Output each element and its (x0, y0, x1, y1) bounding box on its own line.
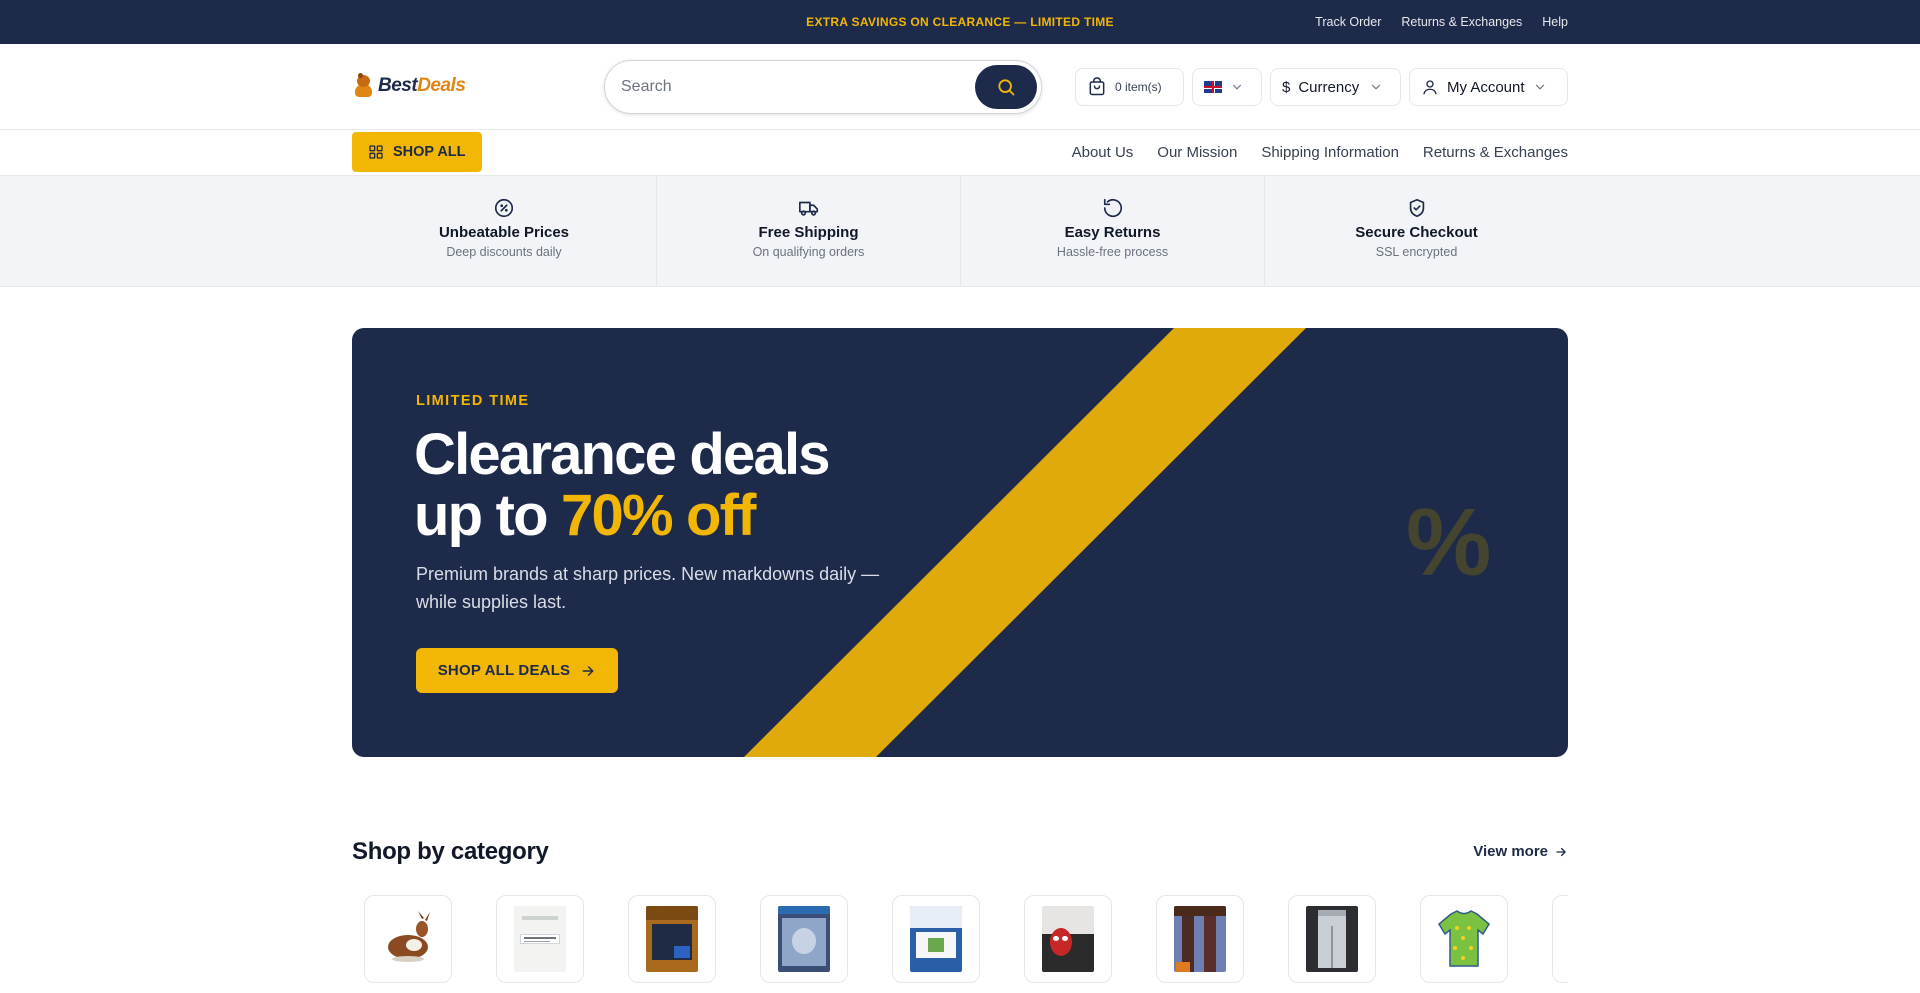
hero-subtitle: Premium brands at sharp prices. New mark… (416, 564, 880, 612)
nav-links: About Us Our Mission Shipping Informatio… (1072, 130, 1568, 174)
logo-text: BestDeals (378, 75, 466, 96)
user-icon (1423, 80, 1437, 95)
feature-title: Secure Checkout (1355, 224, 1478, 241)
chevron-down-icon (1535, 84, 1544, 90)
category-tile-denim-jeans[interactable] (1288, 895, 1376, 983)
white-packet-image (514, 906, 566, 972)
view-more-link[interactable]: View more (1473, 843, 1568, 860)
search-icon (998, 79, 1015, 96)
blu-ray-case-image (778, 906, 830, 972)
site-header: BestDeals 0 item(s) $ Currency My Accoun… (0, 44, 1920, 130)
return-icon (1103, 198, 1122, 218)
spider-mask-image (1042, 906, 1094, 972)
cart-count: 0 item(s) (1115, 80, 1162, 94)
category-tile-blu-ray-case[interactable] (760, 895, 848, 983)
account-label: My Account (1447, 78, 1525, 96)
shield-check-icon (1409, 198, 1424, 218)
green-shirt-image (1438, 910, 1490, 967)
announcement-bar: EXTRA SAVINGS ON CLEARANCE — LIMITED TIM… (0, 0, 1920, 44)
nav-shipping-information[interactable]: Shipping Information (1261, 144, 1399, 161)
currency-label: Currency (1298, 78, 1360, 96)
feature-title: Easy Returns (1064, 224, 1161, 241)
feature-subtitle: Hassle-free process (1056, 245, 1169, 259)
nav-our-mission[interactable]: Our Mission (1157, 144, 1237, 161)
feature-free-shipping: Free Shipping On qualifying orders (656, 176, 960, 286)
arrow-right-icon (1556, 847, 1566, 856)
category-tile-boxed-media[interactable] (628, 895, 716, 983)
category-tile-green-shirt[interactable] (1420, 895, 1508, 983)
curtain-fabric-image (1174, 906, 1226, 972)
percent-decoration: % (1406, 489, 1492, 596)
feature-easy-returns: Easy Returns Hassle-free process (960, 176, 1264, 286)
hero-eyebrow: LIMITED TIME (416, 393, 530, 409)
category-tile-curtain-fabric[interactable] (1156, 895, 1244, 983)
category-tile-white-packet[interactable] (496, 895, 584, 983)
top-links: Track Order Returns & Exchanges Help (1315, 0, 1568, 44)
category-tile-appliance-box[interactable] (892, 895, 980, 983)
shop-all-deals-button[interactable]: SHOP ALL DEALS (416, 648, 618, 693)
feature-title: Free Shipping (758, 224, 859, 241)
chevron-down-icon (1232, 84, 1242, 90)
grid-icon (369, 145, 383, 159)
chevron-down-icon (1372, 84, 1381, 90)
arrow-right-icon (582, 665, 594, 676)
cart-button[interactable]: 0 item(s) (1075, 68, 1184, 106)
currency-symbol: $ (1282, 78, 1291, 96)
deer-figurine-image (388, 911, 430, 962)
hero-headline: Clearance deals up to 70% off (414, 422, 831, 548)
feature-subtitle: On qualifying orders (752, 245, 865, 259)
main-nav: SHOP ALL About Us Our Mission Shipping I… (0, 130, 1920, 176)
help-link[interactable]: Help (1542, 15, 1568, 29)
bear-mascot-icon (354, 73, 376, 99)
shop-all-button[interactable]: SHOP ALL (352, 132, 482, 172)
hero-banner: % LIMITED TIME Clearance deals up to 70% … (352, 328, 1568, 757)
nav-returns-exchanges[interactable]: Returns & Exchanges (1423, 144, 1568, 161)
uk-flag-icon (1204, 81, 1222, 93)
feature-subtitle: SSL encrypted (1375, 245, 1458, 259)
category-tile-spider-mask[interactable] (1024, 895, 1112, 983)
category-tile-partial-item[interactable] (1552, 895, 1568, 983)
account-menu[interactable]: My Account (1409, 68, 1568, 106)
promo-text: EXTRA SAVINGS ON CLEARANCE — LIMITED TIM… (806, 15, 1114, 29)
cart-icon (1089, 77, 1105, 96)
boxed-media-image (646, 906, 698, 972)
logo[interactable]: BestDeals (354, 73, 466, 99)
cta-label: SHOP ALL DEALS (437, 662, 571, 679)
feature-secure-checkout: Secure Checkout SSL encrypted (1264, 176, 1568, 286)
search-bar (604, 60, 1042, 114)
returns-exchanges-link[interactable]: Returns & Exchanges (1401, 15, 1522, 29)
currency-selector[interactable]: $ Currency (1270, 68, 1401, 106)
category-section-title: Shop by category (352, 838, 549, 865)
feature-strip: Unbeatable Prices Deep discounts daily F… (0, 176, 1920, 287)
denim-jeans-image (1306, 906, 1358, 972)
search-input[interactable] (621, 61, 961, 113)
search-button[interactable] (975, 65, 1037, 109)
feature-subtitle: Deep discounts daily (446, 245, 562, 259)
shop-all-label: SHOP ALL (393, 144, 466, 160)
truck-icon (798, 201, 818, 216)
language-selector[interactable] (1192, 68, 1262, 106)
category-carousel (364, 895, 1568, 993)
nav-about-us[interactable]: About Us (1072, 144, 1134, 161)
feature-unbeatable-prices: Unbeatable Prices Deep discounts daily (352, 176, 656, 286)
feature-title: Unbeatable Prices (438, 224, 570, 241)
appliance-box-image (910, 906, 962, 972)
discount-icon (494, 198, 514, 218)
track-order-link[interactable]: Track Order (1315, 15, 1381, 29)
hero-highlight: 70% off (561, 483, 756, 548)
category-tile-deer-figurine[interactable] (364, 895, 452, 983)
